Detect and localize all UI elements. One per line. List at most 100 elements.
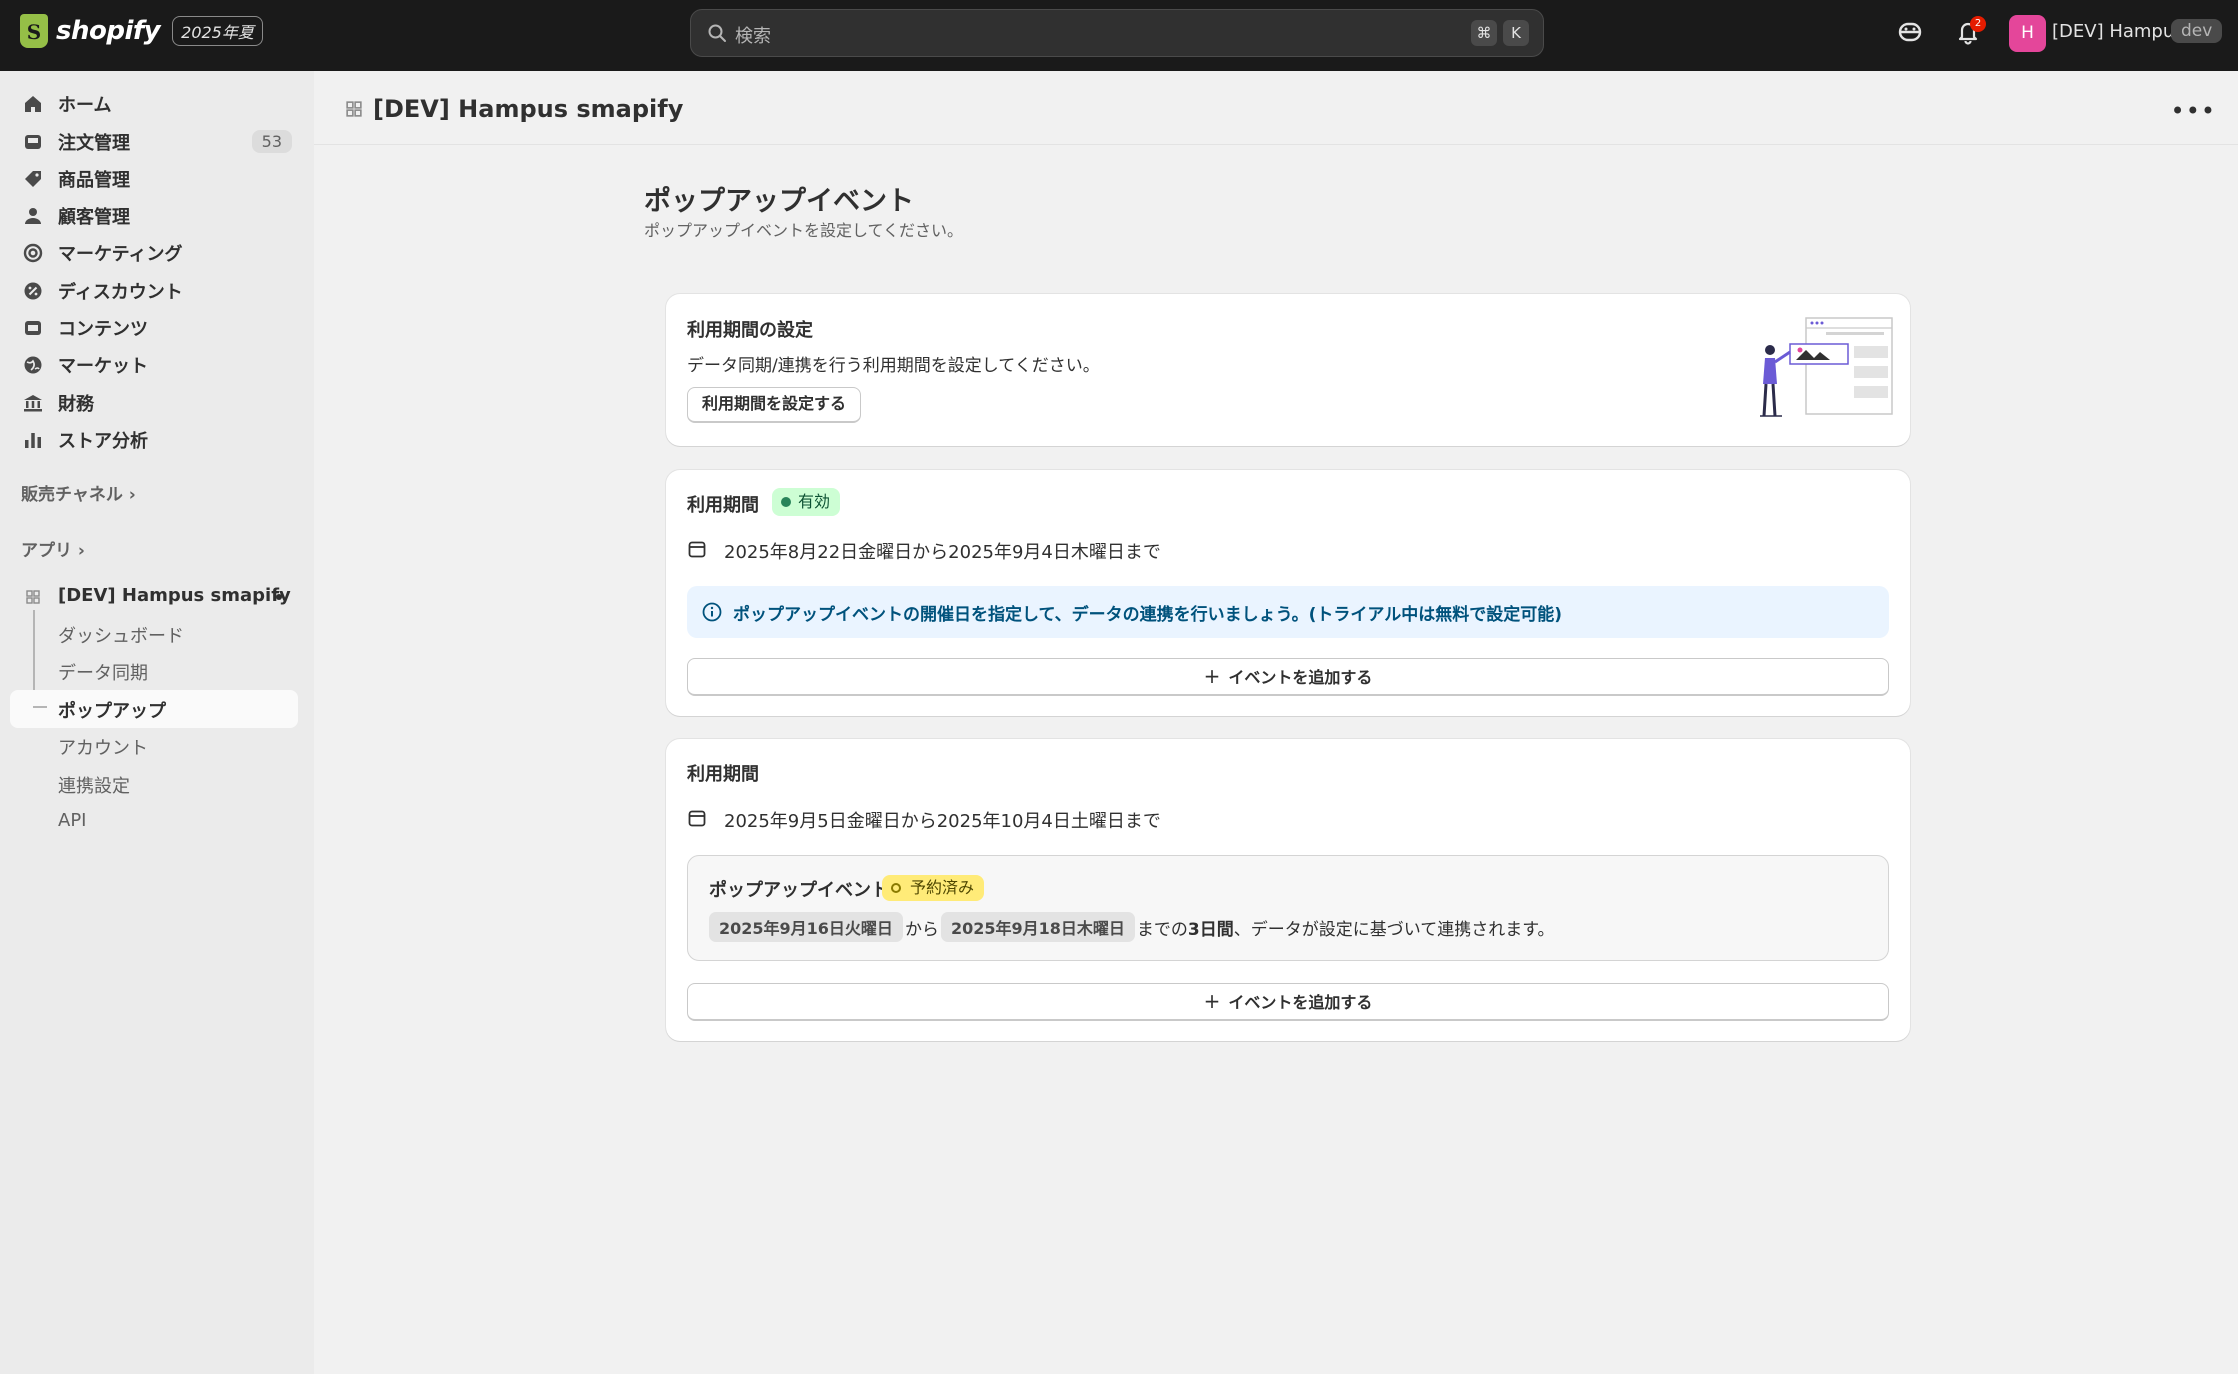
app-grid-icon bbox=[346, 101, 362, 117]
inbox-icon bbox=[25, 135, 41, 149]
event-title: ポップアップイベント bbox=[709, 880, 889, 901]
edition-badge[interactable]: 2025年夏 bbox=[172, 16, 263, 46]
tree-elbow bbox=[33, 706, 47, 708]
tag-icon bbox=[25, 171, 41, 187]
apps-label: アプリ bbox=[21, 541, 72, 561]
home-icon bbox=[25, 96, 41, 112]
sidebar-item-label: マーケティング bbox=[58, 244, 183, 265]
sidebar-item-customers[interactable]: 顧客管理 bbox=[10, 198, 298, 234]
card-title: 利用期間 bbox=[687, 764, 759, 785]
plus-icon: + bbox=[1203, 664, 1221, 688]
sidebar-subitem-dashboard[interactable]: ダッシュボード bbox=[58, 622, 184, 648]
sidebar-item-products[interactable]: 商品管理 bbox=[10, 161, 298, 197]
sidebar-item-label: コンテンツ bbox=[58, 319, 148, 340]
sidebar-item-analytics[interactable]: ストア分析 bbox=[10, 422, 298, 458]
period-date-range: 2025年9月5日金曜日から2025年10月4日土曜日まで bbox=[724, 811, 1161, 832]
app-header: [DEV] Hampus smapify ••• bbox=[314, 71, 2238, 145]
add-event-button[interactable]: + イベントを追加する bbox=[687, 983, 1889, 1021]
top-bar: shopify 2025年夏 検索 ⌘ K 2 H [DEV] Hampus d… bbox=[0, 0, 2238, 71]
chart-icon bbox=[25, 433, 41, 448]
card-title: 利用期間の設定 bbox=[687, 320, 813, 341]
page-subheading: ポップアップイベントを設定してください。 bbox=[644, 221, 964, 240]
logo-text: shopify bbox=[56, 16, 161, 46]
sidebar-item-finance[interactable]: 財務 bbox=[10, 385, 298, 421]
upcoming-period-card: 利用期間 2025年9月5日金曜日から2025年10月4日土曜日まで ポップアッ… bbox=[666, 739, 1910, 1041]
info-banner: ポップアップイベントの開催日を指定して、データの連携を行いましょう。(トライアル… bbox=[687, 586, 1889, 638]
globe-icon bbox=[24, 356, 42, 374]
sidebar-item-marketing[interactable]: マーケティング bbox=[10, 235, 298, 271]
sidebar-item-home[interactable]: ホーム bbox=[10, 86, 298, 122]
event-schedule: 2025年9月16日火曜日 から 2025年9月18日木曜日 までの 3日間 、… bbox=[709, 912, 1555, 942]
illustration-icon bbox=[1760, 317, 1893, 417]
env-badge: dev bbox=[2171, 19, 2223, 43]
sidebar-subitem-data-sync[interactable]: データ同期 bbox=[58, 659, 148, 685]
shortcut-cmd-key: ⌘ bbox=[1471, 20, 1497, 46]
calendar-icon bbox=[688, 541, 706, 558]
add-event-label: イベントを追加する bbox=[1228, 993, 1373, 1012]
add-event-button[interactable]: + イベントを追加する bbox=[687, 658, 1889, 696]
search-placeholder: 検索 bbox=[735, 26, 771, 47]
event-end-date: 2025年9月18日木曜日 bbox=[940, 912, 1135, 942]
period-setup-card: 利用期間の設定 データ同期/連携を行う利用期間を設定してください。 利用期間を設… bbox=[666, 294, 1910, 446]
until-text: までの bbox=[1136, 919, 1188, 940]
sidebar-item-label: ディスカウント bbox=[58, 282, 183, 303]
sidebar-subitem-api[interactable]: API bbox=[58, 810, 86, 831]
info-icon bbox=[702, 602, 722, 622]
sidekick-icon[interactable] bbox=[1896, 18, 1924, 46]
sales-channels-section[interactable]: 販売チャネル › bbox=[21, 480, 136, 505]
bank-icon bbox=[24, 395, 42, 412]
sidebar-item-label: ストア分析 bbox=[58, 431, 148, 452]
info-banner-text: ポップアップイベントの開催日を指定して、データの連携を行いましょう。(トライアル… bbox=[733, 605, 1562, 625]
sidebar-item-label: 顧客管理 bbox=[58, 207, 130, 228]
notification-count-badge: 2 bbox=[1970, 16, 1986, 32]
image-icon bbox=[25, 321, 41, 335]
sidebar-subitem-account[interactable]: アカウント bbox=[58, 734, 148, 760]
period-date-range: 2025年8月22日金曜日から2025年9月4日木曜日まで bbox=[724, 542, 1161, 563]
more-actions-icon[interactable]: ••• bbox=[2171, 97, 2216, 125]
main-content: [DEV] Hampus smapify ••• ポップアップイベント ポップア… bbox=[314, 71, 2238, 1374]
chevron-right-icon: › bbox=[77, 541, 85, 561]
search-bar[interactable]: 検索 ⌘ K bbox=[690, 9, 1544, 57]
sales-channels-label: 販売チャネル bbox=[21, 485, 123, 505]
sidebar-item-discounts[interactable]: ディスカウント bbox=[10, 273, 298, 309]
sidebar-subitem-integration[interactable]: 連携設定 bbox=[58, 772, 130, 798]
status-badge: 有効 bbox=[772, 488, 841, 516]
store-name[interactable]: [DEV] Hampus bbox=[2052, 21, 2184, 42]
sidebar-item-orders[interactable]: 注文管理 53 bbox=[10, 124, 298, 160]
calendar-icon bbox=[688, 810, 706, 827]
shopify-logo[interactable]: shopify 2025年夏 bbox=[20, 14, 263, 48]
set-period-button[interactable]: 利用期間を設定する bbox=[687, 387, 862, 423]
event-duration: 3日間 bbox=[1187, 919, 1234, 940]
sidebar-item-label: ホーム bbox=[58, 95, 112, 116]
from-text: から bbox=[904, 919, 939, 940]
sidebar-item-label: 注文管理 bbox=[58, 133, 130, 154]
sidebar-item-label: 商品管理 bbox=[58, 170, 130, 191]
page-heading: ポップアップイベント bbox=[644, 186, 914, 217]
search-icon bbox=[708, 24, 726, 42]
shopify-bag-icon bbox=[20, 14, 48, 48]
app-grid-icon bbox=[26, 590, 40, 604]
discount-icon bbox=[24, 282, 42, 300]
active-period-card: 利用期間 有効 2025年8月22日金曜日から2025年9月4日木曜日まで ポッ… bbox=[666, 470, 1910, 716]
target-icon bbox=[23, 243, 43, 263]
card-title: 利用期間 bbox=[687, 495, 759, 516]
sidebar-item-label: マーケット bbox=[58, 356, 148, 377]
apps-section[interactable]: アプリ › bbox=[21, 536, 85, 561]
sidebar-item-markets[interactable]: マーケット bbox=[10, 347, 298, 383]
event-item[interactable]: ポップアップイベント 予約済み 2025年9月16日火曜日 から 2025年9月… bbox=[687, 855, 1889, 961]
person-icon bbox=[25, 208, 41, 224]
sidebar-app-name[interactable]: [DEV] Hampus smapify bbox=[58, 585, 291, 606]
event-sync-note: 、データが設定に基づいて連携されます。 bbox=[1233, 919, 1555, 940]
sidebar-subitem-popup[interactable]: ポップアップ bbox=[58, 697, 166, 723]
sidebar-item-label: 財務 bbox=[58, 394, 94, 415]
orders-count-badge: 53 bbox=[251, 130, 292, 153]
pin-dot-icon[interactable] bbox=[276, 594, 282, 600]
event-start-date: 2025年9月16日火曜日 bbox=[709, 912, 903, 942]
sidebar-item-content[interactable]: コンテンツ bbox=[10, 310, 298, 346]
avatar[interactable]: H bbox=[2009, 15, 2046, 52]
add-event-label: イベントを追加する bbox=[1228, 668, 1373, 687]
plus-icon: + bbox=[1203, 989, 1221, 1013]
chevron-right-icon: › bbox=[128, 485, 136, 505]
shortcut-k-key: K bbox=[1503, 20, 1529, 46]
card-description: データ同期/連携を行う利用期間を設定してください。 bbox=[687, 356, 1100, 376]
